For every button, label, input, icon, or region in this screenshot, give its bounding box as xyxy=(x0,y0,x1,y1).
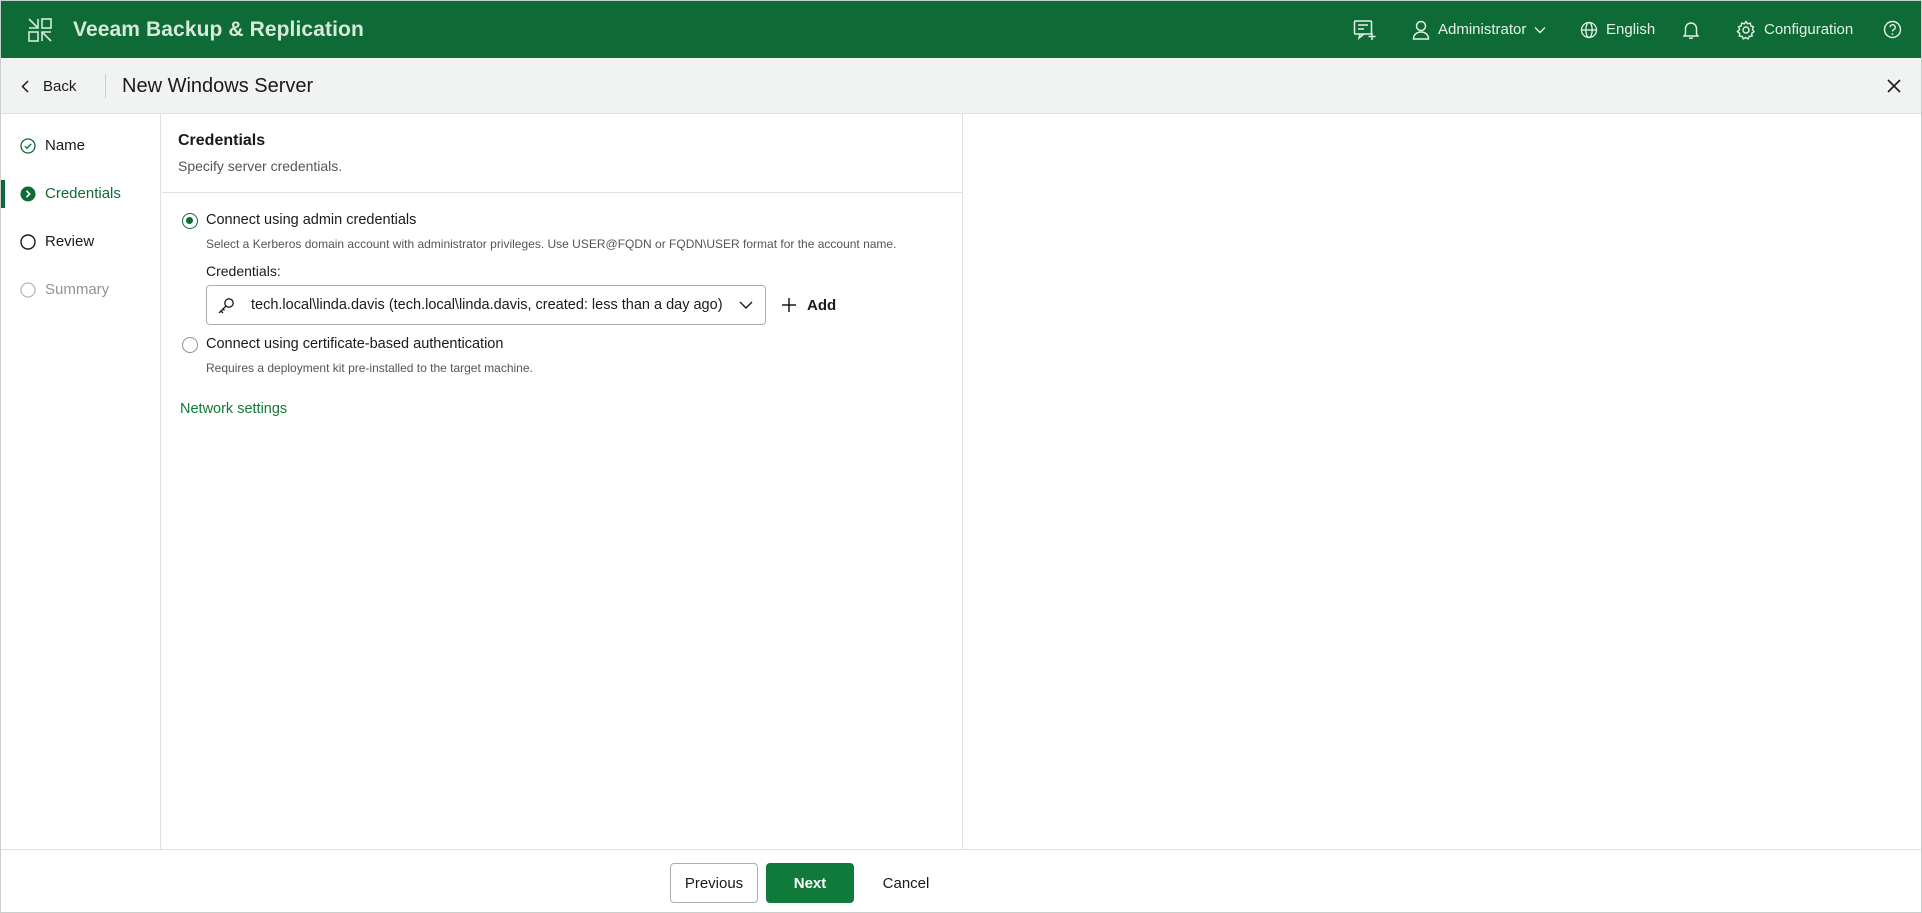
admin-credentials-label[interactable]: Connect using admin credentials xyxy=(206,212,416,228)
top-bar: Veeam Backup & Replication Administrator xyxy=(1,1,1921,58)
cancel-button[interactable]: Cancel xyxy=(873,863,939,903)
admin-credentials-help: Select a Kerberos domain account with ad… xyxy=(206,237,897,251)
globe-icon xyxy=(1580,21,1598,38)
network-settings-link[interactable]: Network settings xyxy=(180,401,287,417)
notifications-button[interactable] xyxy=(1682,1,1700,58)
check-circle-icon xyxy=(20,138,36,154)
language-label: English xyxy=(1606,21,1656,38)
step-label: Credentials xyxy=(45,185,121,202)
user-icon xyxy=(1412,20,1430,40)
title-divider xyxy=(105,74,106,98)
credentials-panel: Credentials Specify server credentials. … xyxy=(162,114,963,850)
current-step-icon xyxy=(20,186,36,202)
app-logo-icon[interactable] xyxy=(27,17,53,43)
certificate-auth-help: Requires a deployment kit pre-installed … xyxy=(206,361,533,375)
step-label: Name xyxy=(45,137,86,154)
step-credentials[interactable]: Credentials xyxy=(1,176,161,212)
help-icon xyxy=(1883,20,1902,39)
section-title: Credentials xyxy=(178,132,266,149)
configuration-button[interactable]: Configuration xyxy=(1736,1,1853,58)
configuration-label: Configuration xyxy=(1764,21,1854,38)
chevron-down-icon xyxy=(739,301,753,309)
step-summary: Summary xyxy=(1,272,161,308)
wizard-title-bar: Back New Windows Server xyxy=(1,58,1921,114)
help-button[interactable] xyxy=(1883,1,1902,58)
user-label: Administrator xyxy=(1438,21,1527,38)
chevron-down-icon xyxy=(1534,26,1546,33)
add-label: Add xyxy=(807,296,837,314)
next-button[interactable]: Next xyxy=(766,863,854,903)
step-name[interactable]: Name xyxy=(1,128,161,164)
language-menu[interactable]: English xyxy=(1580,1,1655,58)
app-window: Veeam Backup & Replication Administrator xyxy=(0,0,1922,913)
empty-circle-icon xyxy=(20,282,36,298)
step-label: Summary xyxy=(45,281,110,298)
wizard-footer: Previous Next Cancel xyxy=(1,849,1921,912)
section-header: Credentials Specify server credentials. xyxy=(162,114,963,193)
gear-icon xyxy=(1736,19,1755,40)
app-title: Veeam Backup & Replication xyxy=(73,18,364,41)
certificate-auth-label[interactable]: Connect using certificate-based authenti… xyxy=(206,336,503,352)
step-review[interactable]: Review xyxy=(1,224,161,260)
plus-icon xyxy=(782,298,796,312)
certificate-auth-radio[interactable] xyxy=(182,337,198,353)
section-subtitle: Specify server credentials. xyxy=(178,158,343,174)
key-icon xyxy=(218,298,234,314)
wizard-steps: Name Credentials Review Summary xyxy=(1,114,161,850)
previous-button[interactable]: Previous xyxy=(670,863,758,903)
back-button[interactable]: Back xyxy=(21,58,76,114)
tasks-icon xyxy=(1353,19,1376,40)
page-title: New Windows Server xyxy=(122,75,314,97)
credentials-select[interactable]: tech.local\linda.davis (tech.local\linda… xyxy=(206,285,766,325)
step-label: Review xyxy=(45,233,95,250)
close-icon[interactable] xyxy=(1885,77,1903,95)
add-credentials-button[interactable]: Add xyxy=(781,285,836,325)
chevron-left-icon xyxy=(21,79,29,93)
credentials-field-label: Credentials: xyxy=(206,263,281,279)
admin-credentials-radio[interactable] xyxy=(182,213,198,229)
credentials-value: tech.local\linda.davis (tech.local\linda… xyxy=(251,297,723,313)
empty-circle-icon xyxy=(20,234,36,250)
back-label: Back xyxy=(43,77,77,95)
user-menu[interactable]: Administrator xyxy=(1412,1,1546,58)
tasks-button[interactable] xyxy=(1353,1,1377,58)
active-step-indicator xyxy=(1,180,5,208)
bell-icon xyxy=(1682,21,1700,39)
